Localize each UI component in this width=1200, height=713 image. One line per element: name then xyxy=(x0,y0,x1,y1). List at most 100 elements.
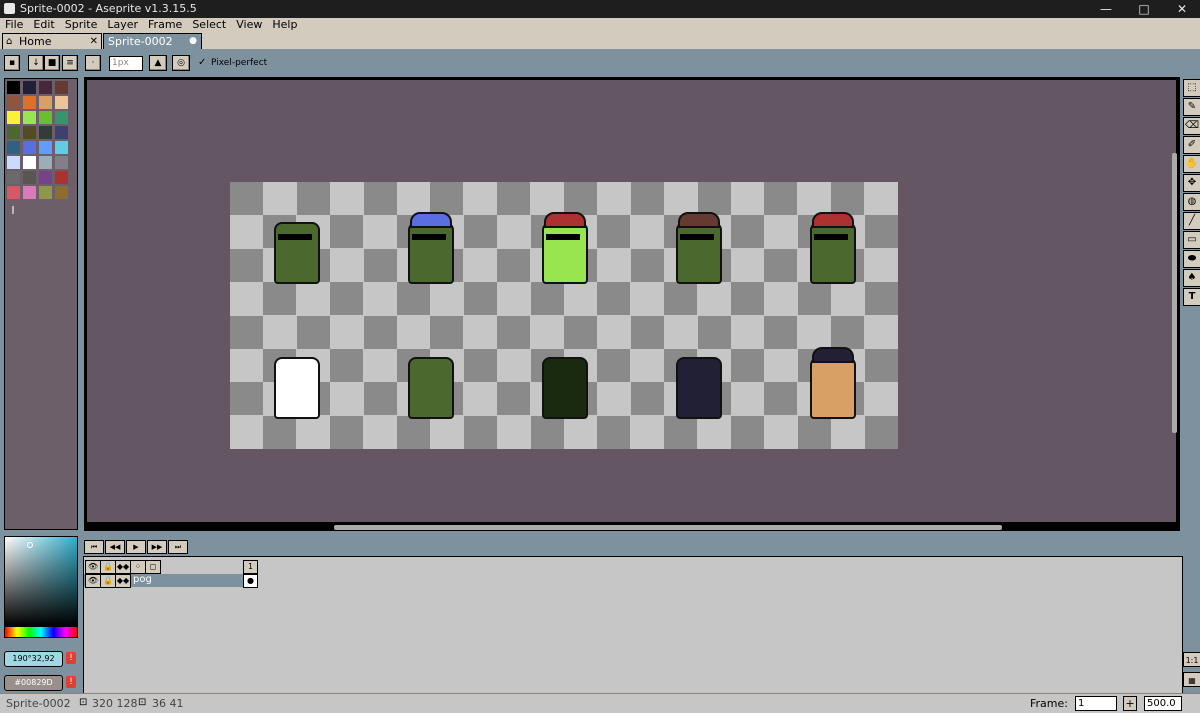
color-spectrum[interactable] xyxy=(4,536,78,627)
vertical-scrollbar[interactable] xyxy=(1172,153,1177,433)
layer-row[interactable]: 👁 🔒 ◆◆ pog ● xyxy=(84,574,258,588)
palette-swatch[interactable] xyxy=(55,81,68,94)
palette-swatch[interactable] xyxy=(55,186,68,199)
sprite-canvas[interactable] xyxy=(230,182,898,449)
palette-swatch[interactable] xyxy=(7,111,20,124)
move-tool-icon[interactable]: ✥ xyxy=(1183,174,1200,192)
palette-swatch[interactable] xyxy=(39,171,52,184)
palette-swatch[interactable] xyxy=(23,126,36,139)
menu-view[interactable]: View xyxy=(231,18,267,32)
fill-tool-icon[interactable]: ◍ xyxy=(1183,193,1200,211)
padlock-icon[interactable]: 🔒 xyxy=(100,574,116,588)
palette-swatch[interactable] xyxy=(23,111,36,124)
menu-layer[interactable]: Layer xyxy=(102,18,143,32)
frame-input[interactable]: 1 xyxy=(1075,696,1117,711)
tab-home[interactable]: ⌂ Home ✕ xyxy=(2,33,102,49)
last-frame-button[interactable]: ⏭ xyxy=(168,540,188,554)
zoom-input[interactable]: 500.0 xyxy=(1144,696,1182,711)
palette-swatch[interactable] xyxy=(55,156,68,169)
menu-edit[interactable]: Edit xyxy=(28,18,59,32)
contour-tool-icon[interactable]: ⬬ xyxy=(1183,250,1200,268)
onion-skin-icon[interactable]: ⁘ xyxy=(130,560,146,574)
palette-swatch[interactable] xyxy=(7,141,20,154)
palette-marker: ‖ xyxy=(11,205,15,214)
zoom-icon[interactable]: ◎ xyxy=(172,55,190,71)
palette-swatch[interactable] xyxy=(7,186,20,199)
palette-swatch[interactable] xyxy=(55,126,68,139)
next-frame-button[interactable]: ▶▶ xyxy=(147,540,167,554)
film-icon[interactable]: ▦ xyxy=(1183,672,1200,687)
palette-swatch[interactable] xyxy=(7,171,20,184)
palette-swatch[interactable] xyxy=(23,171,36,184)
eye-icon[interactable]: 👁 xyxy=(85,574,101,588)
checker-tile xyxy=(731,349,764,382)
palette-swatch[interactable] xyxy=(55,171,68,184)
previous-frame-button[interactable]: ◀◀ xyxy=(105,540,125,554)
lock-icon[interactable]: ▪ xyxy=(4,55,20,71)
frame-number[interactable]: 1 xyxy=(243,560,258,574)
background-color-field[interactable]: #00829D xyxy=(4,675,63,691)
palette-swatch[interactable] xyxy=(39,186,52,199)
play-button[interactable]: ▶ xyxy=(126,540,146,554)
palette-swatch[interactable] xyxy=(23,81,36,94)
menu-icon[interactable]: ≡ xyxy=(62,55,78,71)
marquee-tool-icon[interactable]: ⬚ xyxy=(1183,79,1200,97)
palette-swatch[interactable] xyxy=(55,141,68,154)
cel-icon[interactable]: ● xyxy=(243,574,258,588)
palette-swatch[interactable] xyxy=(23,186,36,199)
palette-swatch[interactable] xyxy=(39,141,52,154)
hand-tool-icon[interactable]: ✋ xyxy=(1183,155,1200,173)
palette-swatch[interactable] xyxy=(39,111,52,124)
eraser-tool-icon[interactable]: ⌫ xyxy=(1183,117,1200,135)
palette-swatch[interactable] xyxy=(39,96,52,109)
palette-swatch[interactable] xyxy=(7,96,20,109)
rectangle-tool-icon[interactable]: ▭ xyxy=(1183,231,1200,249)
brush-size-input[interactable]: 1px xyxy=(109,56,143,71)
tab-sprite[interactable]: Sprite-0002 ● xyxy=(103,33,202,49)
blur-tool-icon[interactable]: ♠ xyxy=(1183,269,1200,287)
pencil-tool-icon[interactable]: ✎ xyxy=(1183,98,1200,116)
palette-swatch[interactable] xyxy=(7,81,20,94)
continuous-header-icon[interactable]: ◆◆ xyxy=(115,560,131,574)
add-frame-button[interactable]: + xyxy=(1123,696,1137,711)
checkbox-icon[interactable]: ✓ xyxy=(198,57,206,68)
palette-swatch[interactable] xyxy=(55,96,68,109)
menu-help[interactable]: Help xyxy=(267,18,302,32)
hue-slider[interactable] xyxy=(4,626,78,638)
stamp-icon[interactable]: ▲ xyxy=(149,55,167,71)
checker-tile xyxy=(731,282,764,316)
visibility-header-icon[interactable]: 👁 xyxy=(85,560,101,574)
text-tool-icon[interactable]: T xyxy=(1183,288,1200,306)
continuous-icon[interactable]: ◆◆ xyxy=(115,574,131,588)
first-frame-button[interactable]: ⏮ xyxy=(84,540,104,554)
palette-swatch[interactable] xyxy=(39,81,52,94)
palette-swatch[interactable] xyxy=(23,96,36,109)
menu-file[interactable]: File xyxy=(0,18,28,32)
palette-swatch[interactable] xyxy=(23,156,36,169)
palette-swatch[interactable] xyxy=(7,126,20,139)
checker-tile xyxy=(497,382,531,416)
palette-swatch[interactable] xyxy=(55,111,68,124)
one-to-one-icon[interactable]: 1:1 xyxy=(1183,652,1200,667)
horizontal-scrollbar[interactable] xyxy=(334,525,1002,530)
close-button[interactable]: ✕ xyxy=(1160,0,1200,18)
menu-select[interactable]: Select xyxy=(187,18,231,32)
foreground-color-field[interactable]: 190°32,92 xyxy=(4,651,63,667)
palette-swatch[interactable] xyxy=(39,126,52,139)
palette-swatch[interactable] xyxy=(7,156,20,169)
eyedropper-tool-icon[interactable]: ✐ xyxy=(1183,136,1200,154)
line-tool-icon[interactable]: ╱ xyxy=(1183,212,1200,230)
lock-header-icon[interactable]: 🔒 xyxy=(100,560,116,574)
palette-swatch[interactable] xyxy=(23,141,36,154)
checker-tile xyxy=(831,315,865,349)
frame-icon[interactable]: ◻ xyxy=(145,560,161,574)
square-brush-icon[interactable]: ■ xyxy=(44,55,60,71)
menu-frame[interactable]: Frame xyxy=(143,18,187,32)
layer-name[interactable]: pog xyxy=(133,574,152,585)
palette-swatch[interactable] xyxy=(39,156,52,169)
download-icon[interactable]: ↓ xyxy=(28,55,44,71)
tab-close-icon[interactable]: ✕ xyxy=(90,34,98,49)
menu-sprite[interactable]: Sprite xyxy=(60,18,103,32)
brush-type-icon[interactable]: · xyxy=(85,55,101,71)
white-cat-sprite xyxy=(268,347,322,419)
